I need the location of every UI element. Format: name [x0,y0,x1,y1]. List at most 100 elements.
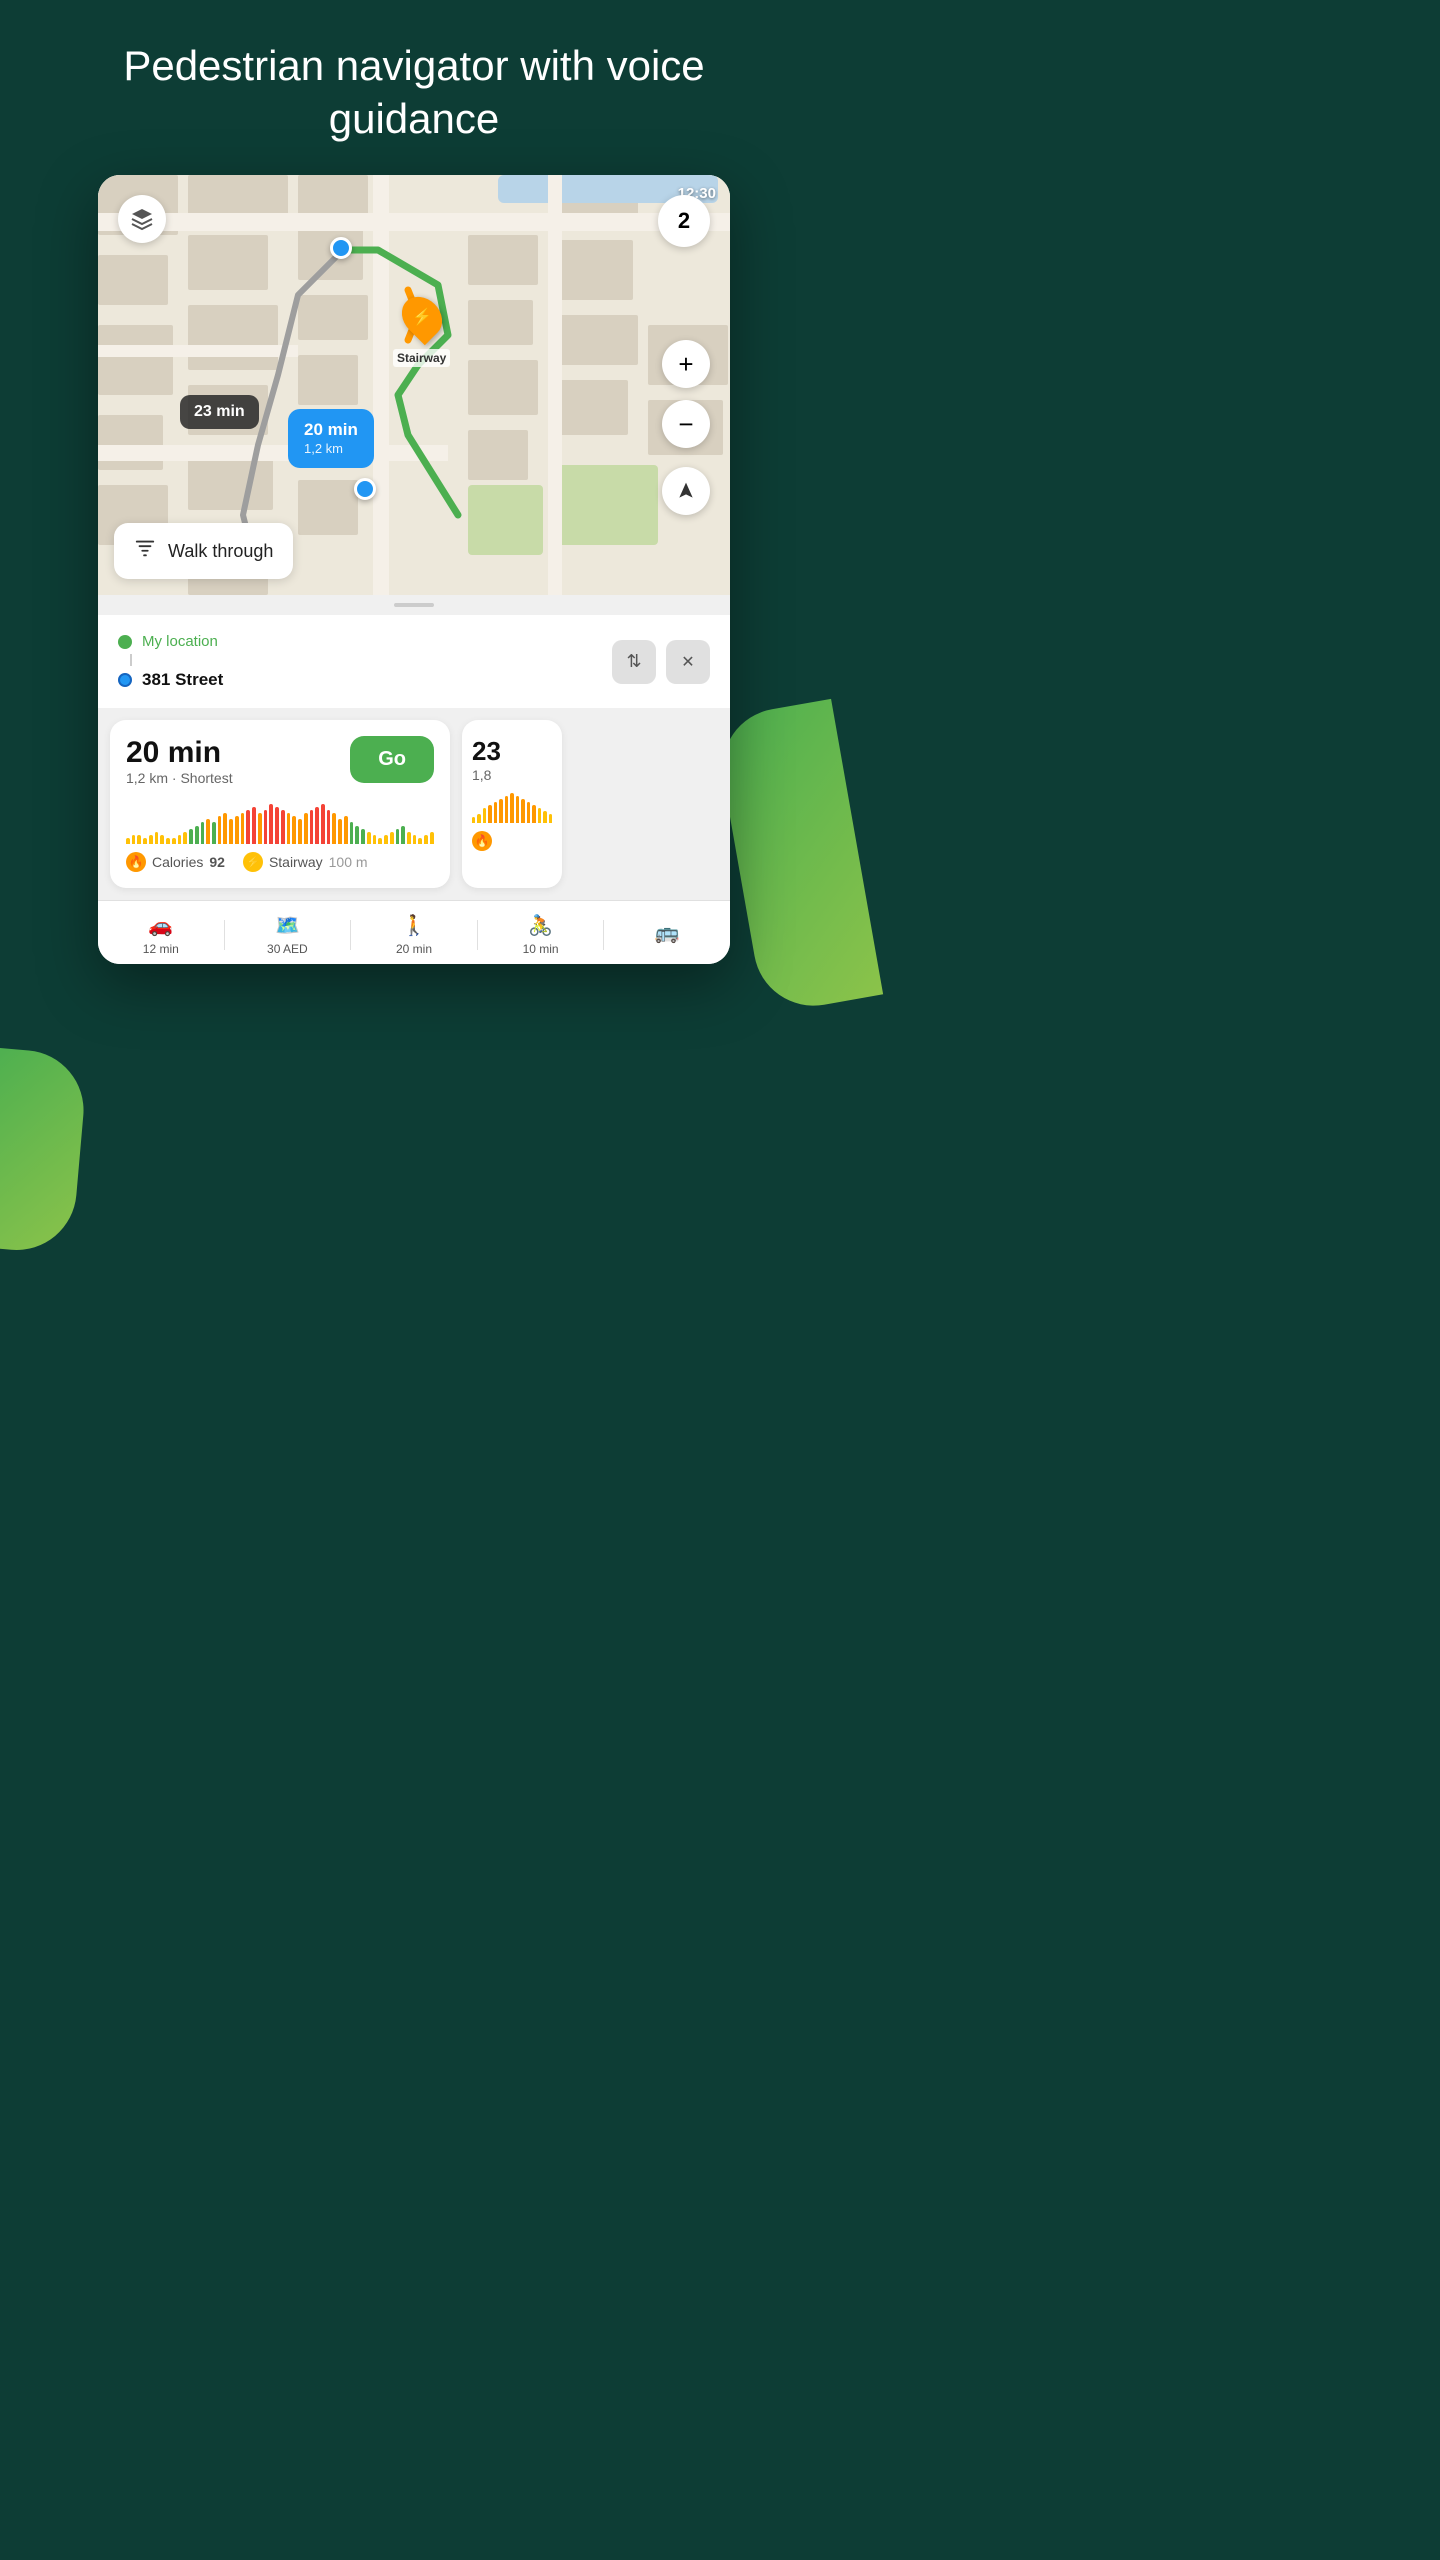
navigation-button[interactable] [662,467,710,515]
elev-bar [212,822,216,844]
elev-bar [246,810,250,844]
elev-bar-alt [538,808,541,823]
stairway-label: Stairway [393,349,450,367]
elev-bar [361,829,365,844]
route-start-dot [330,237,352,259]
drag-handle[interactable] [98,595,730,615]
elev-bar-alt [483,808,486,823]
tooltip-time: 20 min [304,419,358,441]
layers-icon [130,207,154,231]
alt-extras: 🔥 [472,831,552,851]
elev-bar [418,838,422,844]
location-row: My location 381 Street ⇅ ✕ [98,615,730,708]
elev-bar-alt [472,817,475,823]
close-route-button[interactable]: ✕ [666,640,710,684]
elev-bar [206,819,210,844]
elev-bar [137,835,141,844]
drag-handle-bar [394,603,434,607]
car-time: 12 min [143,942,179,956]
destination-text: 381 Street [142,670,223,690]
elev-bar [264,810,268,844]
elev-bar [149,835,153,844]
elev-bar [229,819,233,844]
elev-bar [258,813,262,844]
elev-bar [155,832,159,844]
tab-taxi[interactable]: 🗺️ 30 AED [225,913,351,956]
elev-bar [235,816,239,844]
elev-bar [304,813,308,844]
stairway-marker: ⚡ Stairway [393,295,450,367]
destination-dot [118,673,132,687]
elev-bar [160,835,164,844]
routes-scroll: 20 min 1,2 km · Shortest Go 🔥 Calories 9… [98,708,730,900]
route-count-badge[interactable]: 2 [658,195,710,247]
elev-bar [241,813,245,844]
destination-item: 381 Street [118,666,612,694]
alt-calories-icon: 🔥 [472,831,492,851]
elev-bar [384,835,388,844]
elev-bar [252,807,256,844]
calories-icon: 🔥 [126,852,146,872]
stairway-pin: ⚡ [393,289,450,346]
elev-bar-alt [488,805,491,823]
elev-bar-alt [494,802,497,823]
go-button[interactable]: Go [350,736,434,783]
map-area: 12:30 2 + − ⚡ Stairway [98,175,730,595]
elev-bar [424,835,428,844]
location-actions: ⇅ ✕ [612,640,710,684]
elev-bar [132,835,136,844]
elev-bar-alt [510,793,513,823]
my-location-text: My location [142,633,218,650]
filter-icon [134,537,156,565]
elevation-chart [126,804,434,844]
elev-bar-alt [505,796,508,823]
elev-bar [172,838,176,844]
elev-bar [413,835,417,844]
nav-arrow-icon [676,481,696,501]
elev-bar [407,832,411,844]
page-title: Pedestrian navigator with voice guidance [0,0,828,175]
tab-walk[interactable]: 🚶 20 min [351,913,477,956]
walk-time: 20 min [396,942,432,956]
location-info: My location 381 Street [118,629,612,694]
walk-through-button[interactable]: Walk through [114,523,293,579]
transit-icon: 🚌 [655,920,680,945]
bottom-panel: My location 381 Street ⇅ ✕ [98,595,730,964]
elev-bar [315,807,319,844]
tab-car[interactable]: 🚗 12 min [98,913,224,956]
elev-bar [327,810,331,844]
elev-bar [430,832,434,844]
elev-bar [321,804,325,844]
elev-bar [201,822,205,844]
tab-bike[interactable]: 🚴 10 min [478,913,604,956]
stairway-icon: ⚡ [412,307,432,327]
elev-bar [143,838,147,844]
taxi-icon: 🗺️ [275,913,300,938]
bg-wave-right [713,698,883,1014]
layers-button[interactable] [118,195,166,243]
elev-bar [355,826,359,844]
elev-bar-alt [477,814,480,823]
elev-bar [269,804,273,844]
elev-bar-alt [516,796,519,823]
alt-calories-item: 🔥 [472,831,492,851]
elev-bar-alt [532,805,535,823]
swap-route-button[interactable]: ⇅ [612,640,656,684]
bike-icon: 🚴 [528,913,553,938]
main-time-tooltip: 20 min 1,2 km [288,409,374,468]
elev-bar [166,838,170,844]
route-card-main[interactable]: 20 min 1,2 km · Shortest Go 🔥 Calories 9… [110,720,450,888]
elev-bar-alt [499,799,502,823]
zoom-in-button[interactable]: + [662,340,710,388]
elev-bar [287,813,291,844]
tab-transit[interactable]: 🚌 [604,920,730,949]
bottom-tabs: 🚗 12 min 🗺️ 30 AED 🚶 20 min 🚴 10 min 🚌 [98,900,730,964]
elev-bar [218,816,222,844]
alt-route-time: 23 [472,736,552,767]
alternate-time-tooltip: 23 min [180,395,259,429]
route-card-alt[interactable]: 23 1,8 🔥 [462,720,562,888]
stairway-extra-icon: ⚡ [243,852,263,872]
elev-bar [298,819,302,844]
elev-bar [344,816,348,844]
zoom-out-button[interactable]: − [662,400,710,448]
